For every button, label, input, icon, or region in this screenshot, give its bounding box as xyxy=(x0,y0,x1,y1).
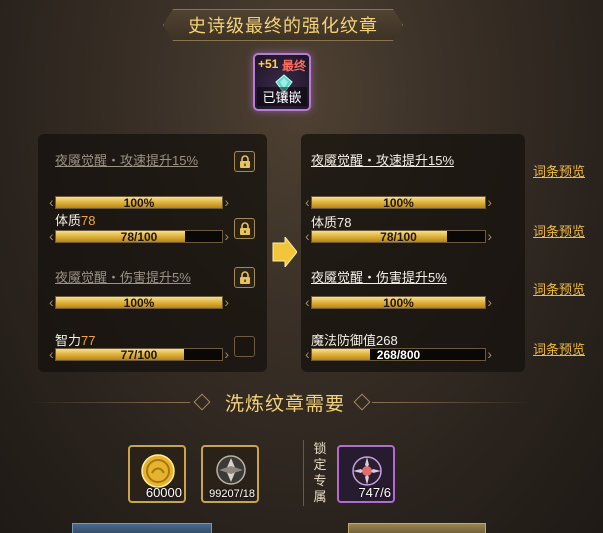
stat-label: 体质78 xyxy=(55,213,96,228)
lock-checkbox[interactable] xyxy=(234,336,255,357)
lock-icon xyxy=(239,270,250,284)
stat-label[interactable]: 夜魇觉醒・伤害提升5% xyxy=(55,267,191,286)
stat-bar-text: 268/800 xyxy=(376,348,421,362)
stat-progress-bar: 100% xyxy=(49,194,229,210)
stat-bar-text: 100% xyxy=(383,196,414,210)
stat-bar-text: 100% xyxy=(123,296,155,310)
stat-progress-bar: 268/800 xyxy=(305,346,492,362)
entry-preview-link[interactable]: 词条预览 xyxy=(533,339,585,358)
stat-progress-bar: 78/100 xyxy=(305,228,492,244)
left-action-button[interactable] xyxy=(72,523,212,533)
stat-label[interactable]: 夜魇觉醒・攻速提升15% xyxy=(55,150,198,169)
diamond-ornament-icon xyxy=(193,393,211,411)
entry-preview-link[interactable]: 词条预览 xyxy=(533,161,585,180)
entry-preview-link[interactable]: 词条预览 xyxy=(533,221,585,240)
right-action-button[interactable] xyxy=(348,523,486,533)
stat-label: 魔法防御值268 xyxy=(311,333,398,348)
stat-bar-text: 100% xyxy=(123,196,155,210)
stat-progress-bar: 100% xyxy=(305,194,492,210)
lock-icon xyxy=(239,154,250,168)
new-stats-panel: 夜魇觉醒・攻速提升15% 100% 体质78 78/100 夜魇觉醒・伤害提升5… xyxy=(301,134,525,372)
lock-icon xyxy=(239,221,250,235)
stat-bar-text: 100% xyxy=(383,296,414,310)
emblem-final-tag: 最终 xyxy=(281,59,306,73)
gold-amount: 60000 xyxy=(145,485,182,500)
stat-bar-text: 77/100 xyxy=(120,348,158,362)
exclusive-amount: 747/6 xyxy=(358,485,391,500)
gold-cost-slot[interactable]: 60000 xyxy=(128,445,186,503)
stat-label: 智力77 xyxy=(55,333,96,348)
stat-progress-bar: 100% xyxy=(305,294,492,310)
title-banner: 史诗级最终的强化纹章 xyxy=(163,9,403,41)
stat-bar-text: 78/100 xyxy=(120,230,158,244)
stat-value: 77 xyxy=(81,333,96,348)
emblem-inlaid-label: 已镶嵌 xyxy=(257,87,307,106)
stat-label[interactable]: 夜魇觉醒・伤害提升5% xyxy=(311,267,447,286)
material-amount: 99207/18 xyxy=(209,488,255,500)
page-title: 史诗级最终的强化纹章 xyxy=(188,16,378,36)
stat-progress-bar: 78/100 xyxy=(49,228,229,244)
entry-preview-link[interactable]: 词条预览 xyxy=(533,279,585,298)
stat-label[interactable]: 夜魇觉醒・攻速提升15% xyxy=(311,150,454,169)
stat-progress-bar: 77/100 xyxy=(49,346,229,362)
divider xyxy=(30,402,190,403)
material-cost-slot[interactable]: 99207/18 xyxy=(201,445,259,503)
lock-toggle[interactable] xyxy=(234,151,255,172)
emblem-level: +51 xyxy=(258,57,279,71)
exclusive-cost-slot[interactable]: 747/6 xyxy=(337,445,395,503)
lock-toggle[interactable] xyxy=(234,218,255,239)
divider xyxy=(303,440,304,506)
lock-exclusive-label: 锁定专属 xyxy=(313,441,327,504)
stat-progress-bar: 100% xyxy=(49,294,229,310)
stat-bar-text: 78/100 xyxy=(380,230,417,244)
divider xyxy=(372,402,532,403)
section-title: 洗炼纹章需要 xyxy=(224,394,345,415)
material-crystal-icon xyxy=(216,455,246,485)
stat-label: 体质78 xyxy=(311,215,352,230)
arrow-right-icon xyxy=(272,237,297,267)
current-stats-panel: 夜魇觉醒・攻速提升15% 100% 体质78 78/100 夜魇觉醒・伤害提升5… xyxy=(38,134,267,372)
lock-toggle[interactable] xyxy=(234,267,255,288)
emblem-slot[interactable]: +51 最终 已镶嵌 xyxy=(253,53,311,111)
stat-value: 78 xyxy=(81,213,96,228)
